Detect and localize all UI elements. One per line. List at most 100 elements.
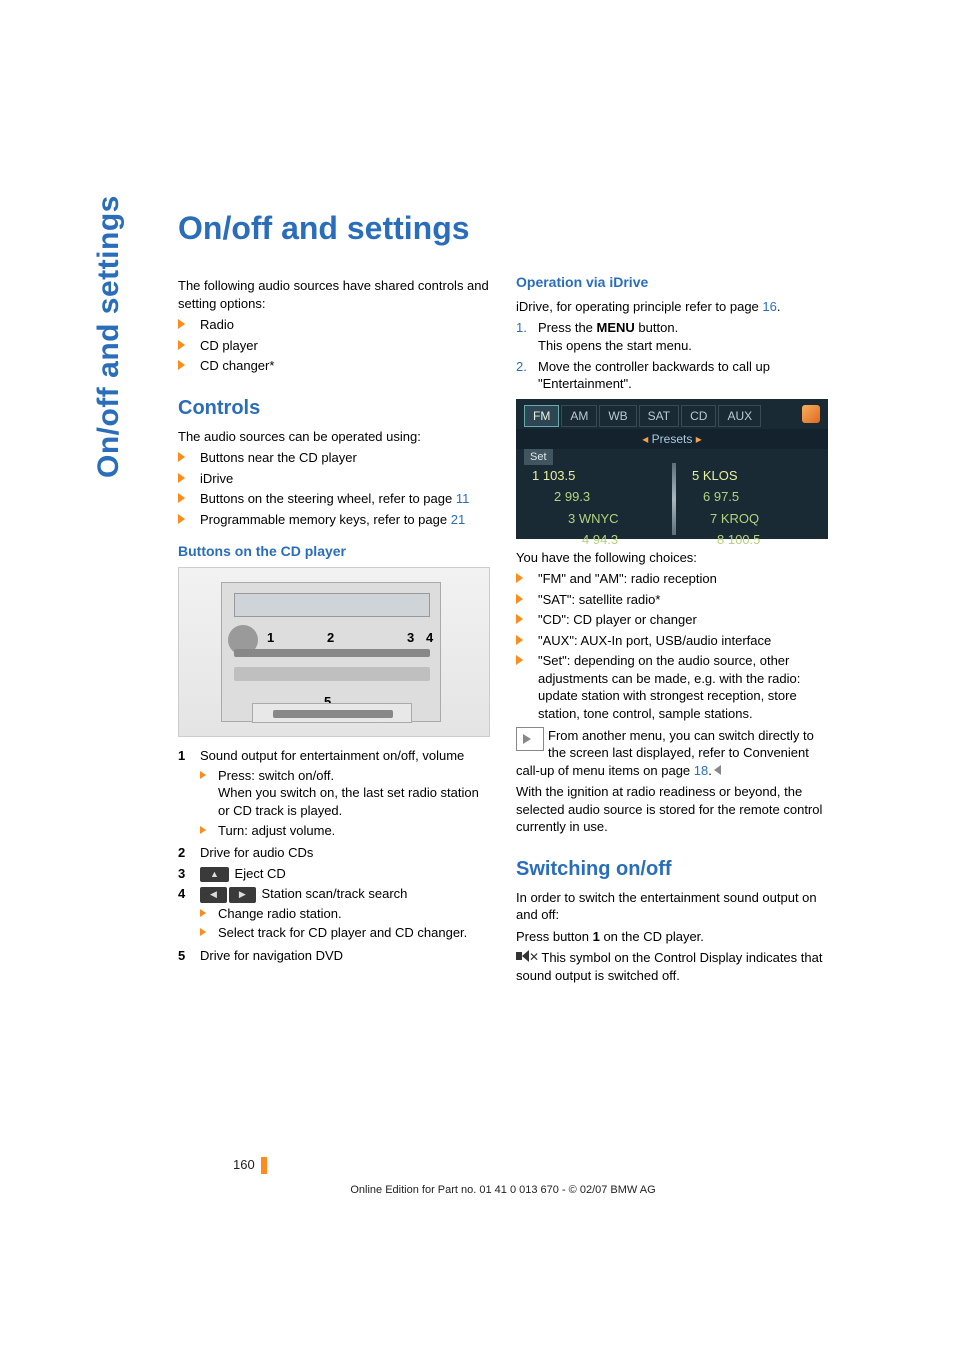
- text: on the CD player.: [600, 929, 704, 944]
- list-item: Radio: [178, 316, 490, 334]
- speaker-icon: [802, 405, 820, 423]
- text: iDrive, for operating principle refer to…: [516, 299, 762, 314]
- controls-heading: Controls: [178, 395, 490, 422]
- figure-legend: 1 Sound output for entertainment on/off,…: [178, 747, 490, 964]
- set-label: Set: [524, 449, 553, 466]
- list-item: Programmable memory keys, refer to page …: [178, 511, 490, 529]
- page-ref-link[interactable]: 11: [456, 491, 470, 506]
- list-item: CD player: [178, 337, 490, 355]
- text: Buttons on the steering wheel, refer to …: [200, 491, 456, 506]
- figure-label-3: 3: [407, 629, 414, 647]
- text: .: [708, 763, 712, 778]
- right-column: Operation via iDrive iDrive, for operati…: [516, 273, 828, 989]
- legend-text: Station scan/track search: [258, 886, 408, 901]
- list-item: Buttons on the steering wheel, refer to …: [178, 490, 490, 508]
- cd-player-figure: 1 2 3 4 5: [178, 567, 490, 737]
- controls-list: Buttons near the CD player iDrive Button…: [178, 449, 490, 528]
- list-item: Buttons near the CD player: [178, 449, 490, 467]
- station-cell: 6 97.5: [679, 486, 828, 508]
- figure-label-1: 1: [267, 629, 274, 647]
- list-item: "SAT": satellite radio*: [516, 591, 828, 609]
- switching-p3: ✕ This symbol on the Control Display ind…: [516, 949, 828, 984]
- footer-line: Online Edition for Part no. 01 41 0 013 …: [178, 1184, 828, 1196]
- legend-text: Sound output for entertainment on/off, v…: [200, 748, 464, 763]
- legend-num: 4: [178, 885, 200, 944]
- list-item: Press the MENU button. This opens the st…: [516, 319, 828, 354]
- page-ref-link[interactable]: 18: [694, 763, 708, 778]
- left-column: The following audio sources have shared …: [178, 273, 490, 989]
- choices-lead: You have the following choices:: [516, 549, 828, 567]
- figure-label-2: 2: [327, 629, 334, 647]
- menu-button-label: MENU: [597, 320, 635, 335]
- text: .: [777, 299, 781, 314]
- tab-am: AM: [561, 405, 597, 427]
- list-item: iDrive: [178, 470, 490, 488]
- ignition-text: With the ignition at radio readiness or …: [516, 783, 828, 836]
- note-paragraph: From another menu, you can switch direct…: [516, 727, 828, 780]
- eject-icon: [200, 867, 229, 883]
- station-cell: 3 WNYC: [544, 508, 686, 530]
- next-icon: [229, 887, 256, 903]
- legend-text: Eject CD: [231, 866, 286, 881]
- text: This opens the start menu.: [538, 338, 692, 353]
- switching-p2: Press button 1 on the CD player.: [516, 928, 828, 946]
- list-item: Select track for CD player and CD change…: [200, 924, 490, 942]
- list-item: CD changer*: [178, 357, 490, 375]
- list-item: "FM" and "AM": radio reception: [516, 570, 828, 588]
- idrive-screenshot: FM AM WB SAT CD AUX ◂ Presets ▸ Set 1 10…: [516, 399, 828, 539]
- page-title: On/off and settings: [178, 210, 828, 247]
- tab-fm: FM: [524, 405, 559, 427]
- presets-label: Presets: [652, 432, 693, 446]
- legend-num: 5: [178, 947, 200, 965]
- legend-text: Drive for navigation DVD: [200, 947, 490, 965]
- prev-icon: [200, 887, 227, 903]
- text: Press the: [538, 320, 597, 335]
- text: Programmable memory keys, refer to page: [200, 512, 451, 527]
- presets-bar: ◂ Presets ▸: [516, 429, 828, 449]
- text: 1: [593, 929, 600, 944]
- list-item: "CD": CD player or changer: [516, 611, 828, 629]
- side-tab-label: On/off and settings: [92, 195, 126, 478]
- station-cell: 8 100.5: [693, 529, 828, 551]
- text: Press: switch on/off.: [218, 768, 334, 783]
- intro-list: Radio CD player CD changer*: [178, 316, 490, 375]
- controls-lead: The audio sources can be operated using:: [178, 428, 490, 446]
- choices-list: "FM" and "AM": radio reception "SAT": sa…: [516, 570, 828, 722]
- station-cell: 5 KLOS: [668, 465, 828, 487]
- switching-p1: In order to switch the entertainment sou…: [516, 889, 828, 924]
- legend-num: 2: [178, 844, 200, 862]
- end-mark-icon: [714, 765, 721, 775]
- page-number: 160: [233, 1157, 267, 1174]
- text: Press button: [516, 929, 593, 944]
- list-item: Press: switch on/off. When you switch on…: [200, 767, 490, 820]
- text: This symbol on the Control Display indic…: [516, 950, 822, 983]
- text: When you switch on, the last set radio s…: [218, 785, 479, 818]
- tab-aux: AUX: [718, 405, 761, 427]
- idrive-lead: iDrive, for operating principle refer to…: [516, 298, 828, 316]
- list-item: Turn: adjust volume.: [200, 822, 490, 840]
- mute-icon: ✕: [516, 950, 536, 963]
- legend-text: Drive for audio CDs: [200, 844, 490, 862]
- legend-num: 3: [178, 865, 200, 883]
- page-footer: 160 Online Edition for Part no. 01 41 0 …: [178, 1157, 828, 1196]
- intro-text: The following audio sources have shared …: [178, 277, 490, 312]
- figure-label-4: 4: [426, 629, 433, 647]
- switching-heading: Switching on/off: [516, 856, 828, 883]
- list-item: Move the controller backwards to call up…: [516, 358, 828, 393]
- station-cell: 4 94.3: [558, 529, 693, 551]
- page-ref-link[interactable]: 16: [762, 299, 776, 314]
- idrive-steps: Press the MENU button. This opens the st…: [516, 319, 828, 392]
- tab-wb: WB: [599, 405, 636, 427]
- list-item: "AUX": AUX-In port, USB/audio interface: [516, 632, 828, 650]
- list-item: Change radio station.: [200, 905, 490, 923]
- text: button.: [635, 320, 678, 335]
- idrive-heading: Operation via iDrive: [516, 273, 828, 292]
- page-ref-link[interactable]: 21: [451, 512, 465, 527]
- cdplayer-heading: Buttons on the CD player: [178, 542, 490, 561]
- legend-num: 1: [178, 747, 200, 841]
- tab-sat: SAT: [639, 405, 679, 427]
- station-cell: 1 103.5: [516, 465, 668, 487]
- station-cell: 7 KROQ: [686, 508, 828, 530]
- note-icon: [516, 727, 544, 751]
- list-item: "Set": depending on the audio source, ot…: [516, 652, 828, 722]
